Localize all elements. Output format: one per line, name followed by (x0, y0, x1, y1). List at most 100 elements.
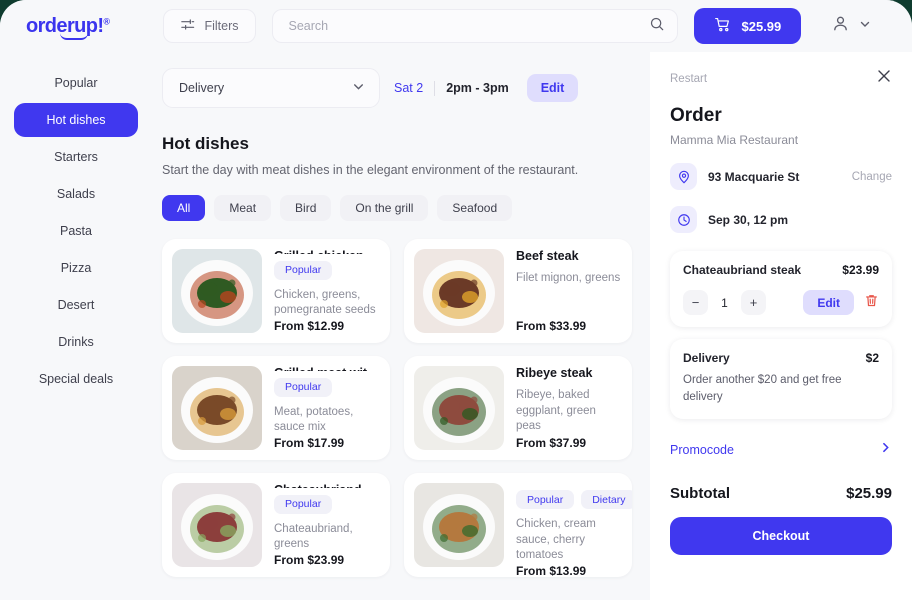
dish-description: Meat, potatoes, sauce mix (274, 405, 354, 434)
dish-badge-dietary: Dietary (581, 490, 632, 509)
dish-badge-popular: Popular (274, 494, 333, 514)
sidebar-item-popular[interactable]: Popular (14, 66, 138, 100)
dish-description: Filet mignon, greens (516, 272, 621, 284)
dish-title: Grilled meat with pot... (274, 366, 380, 371)
filter-chip-all[interactable]: All (162, 195, 206, 221)
filter-chip-on-the-grill[interactable]: On the grill (340, 195, 429, 221)
category-filter-chips: All Meat Bird On the grill Seafood (162, 195, 632, 221)
dish-price: From $17.99 (274, 436, 345, 450)
search-field[interactable] (271, 9, 678, 43)
dish-image (414, 483, 504, 567)
sidebar-item-hot-dishes[interactable]: Hot dishes (14, 103, 138, 137)
sidebar-item-desert[interactable]: Desert (14, 288, 138, 322)
dish-image (172, 366, 262, 450)
dish-info: Grilled chicken Popular Chicken, greens, p… (274, 249, 380, 333)
dish-card[interactable]: Chateaubriand steak Popular Chateaubriand,… (162, 473, 390, 577)
dish-description: Chicken, greens, pomegranate seeds (274, 288, 376, 317)
filter-chip-meat[interactable]: Meat (214, 195, 272, 221)
location-pin-icon (670, 163, 697, 190)
dish-price: From $33.99 (516, 319, 587, 333)
delivery-bar: Delivery Sat 2 2pm - 3pm Edit (162, 68, 632, 108)
dish-card[interactable]: Grilled chicken Popular Chicken, greens, p… (162, 239, 390, 343)
app-window: orderup!® Filters Search $25.99 Popular … (0, 0, 912, 600)
slot-edit-button[interactable]: Edit (526, 74, 579, 102)
filters-button[interactable]: Filters (163, 9, 256, 43)
delivery-fee-price: $2 (865, 351, 879, 365)
dish-image (172, 483, 262, 567)
order-item-edit-button[interactable]: Edit (803, 290, 854, 315)
dish-badges: Popular (274, 494, 380, 514)
delete-icon[interactable] (864, 293, 879, 313)
sidebar-item-special-deals[interactable]: Special deals (14, 362, 138, 396)
quantity-increment-button[interactable]: + (741, 290, 766, 315)
delivery-fee-header: Delivery $2 (683, 351, 879, 365)
sidebar-item-starters[interactable]: Starters (14, 140, 138, 174)
chevron-right-icon (879, 441, 892, 459)
checkout-button[interactable]: Checkout (670, 517, 892, 556)
search-input[interactable] (288, 19, 641, 33)
close-icon[interactable] (876, 68, 892, 89)
dish-card[interactable]: Grilled meat with pot... Popular Meat, pot… (162, 356, 390, 460)
dish-title: Beef steak (516, 249, 579, 263)
top-bar: orderup!® Filters Search $25.99 (0, 0, 912, 52)
sidebar-item-label: Pasta (60, 224, 92, 238)
body: Popular Hot dishes Starters Salads Pasta Pizz… (0, 52, 912, 600)
subtotal-row: Subtotal $25.99 (670, 485, 892, 502)
sidebar-item-pizza[interactable]: Pizza (14, 251, 138, 285)
sidebar-item-label: Special deals (38, 372, 114, 386)
restart-button[interactable]: Restart (670, 73, 707, 85)
page-title: Hot dishes (162, 134, 249, 153)
order-item-price: $23.99 (842, 263, 879, 277)
dish-title: Chateaubriand steak (274, 483, 380, 488)
dish-info: Chateaubriand steak Popular Chateaubriand,… (274, 483, 380, 567)
dish-badge-popular: Popular (274, 260, 333, 280)
dish-info: Grilled meatPopularDietaryChicken, cream… (516, 483, 632, 577)
filter-chip-seafood[interactable]: Seafood (437, 195, 513, 221)
sidebar-item-pasta[interactable]: Pasta (14, 214, 138, 248)
search-icon[interactable] (649, 16, 665, 37)
cart-icon (714, 16, 731, 36)
sidebar-item-drinks[interactable]: Drinks (14, 325, 138, 359)
dish-info: Beef steak Filet mignon, greens From $33.9… (516, 249, 622, 333)
delivery-slot: Sat 2 2pm - 3pm (394, 80, 509, 96)
dish-badge-popular: Popular (274, 377, 333, 397)
dish-card[interactable]: Grilled meatPopularDietaryChicken, cream… (404, 473, 632, 577)
dish-description: Chicken, cream sauce, cherry tomatoes (516, 518, 596, 562)
slot-day: Sat 2 (394, 81, 424, 95)
dish-card[interactable]: Beef steak Filet mignon, greens From $33.9… (404, 239, 632, 343)
quantity-decrement-button[interactable]: − (683, 290, 708, 315)
dish-badges: Popular Dietary (516, 490, 632, 509)
dish-price: From $23.99 (274, 553, 345, 567)
change-address-button[interactable]: Change (852, 171, 892, 183)
dish-card-grid: Grilled chicken Popular Chicken, greens, p… (162, 239, 632, 577)
dish-card[interactable]: Ribeye steak Ribeye, baked eggplant, gree… (404, 356, 632, 460)
sidebar: Popular Hot dishes Starters Salads Pasta Pizz… (0, 52, 152, 600)
quantity-value: 1 (721, 295, 728, 310)
delivery-mode-select[interactable]: Delivery (162, 68, 380, 108)
dish-title: Grilled chicken (274, 249, 380, 254)
order-panel-header: Restart (670, 68, 892, 89)
sidebar-item-label: Popular (54, 76, 98, 90)
order-item-actions: Edit (803, 290, 879, 315)
dish-info: Grilled meat with pot... Popular Meat, pot… (274, 366, 380, 450)
dish-image (172, 249, 262, 333)
promocode-label: Promocode (670, 443, 734, 458)
user-menu[interactable] (831, 14, 871, 38)
delivery-fee-label: Delivery (683, 351, 730, 365)
sidebar-item-salads[interactable]: Salads (14, 177, 138, 211)
sidebar-item-label: Pizza (60, 261, 92, 275)
filter-chip-label: All (177, 201, 191, 215)
brand-logo[interactable]: orderup!® (26, 15, 115, 40)
dish-price: From $13.99 (516, 563, 587, 577)
promocode-row[interactable]: Promocode (670, 441, 892, 459)
filter-chip-bird[interactable]: Bird (280, 195, 332, 221)
order-title: Order (670, 105, 722, 126)
sidebar-item-label: Starters (54, 150, 98, 164)
dish-badges: Popular (274, 260, 380, 280)
order-item-controls: − 1 + Edit (683, 290, 879, 315)
order-panel: Restart Order Mamma Mia Restaurant 93 Ma… (650, 52, 912, 600)
restaurant-name: Mamma Mia Restaurant (670, 133, 799, 147)
slot-divider (434, 80, 436, 96)
cart-button[interactable]: $25.99 (693, 8, 802, 44)
datetime-value: Sep 30, 12 pm (708, 212, 789, 227)
